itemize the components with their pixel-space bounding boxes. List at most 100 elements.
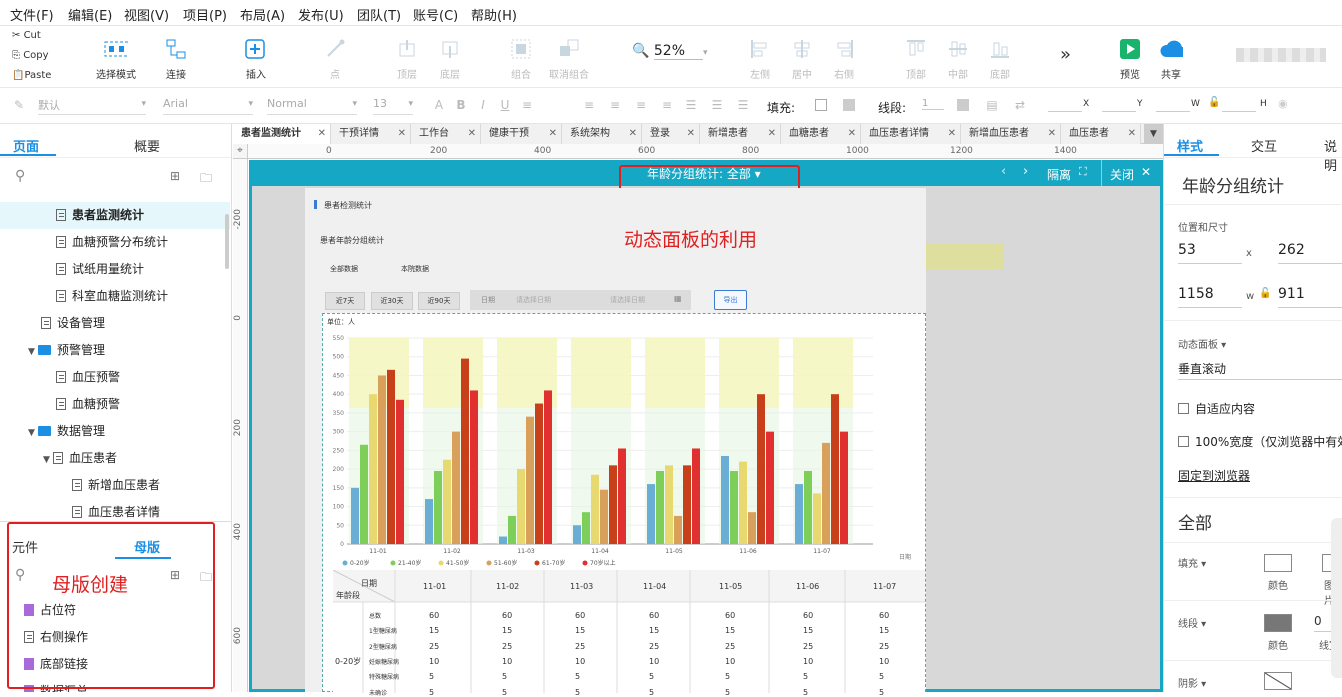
stroke-style-icon[interactable]: ▤: [985, 98, 999, 112]
tab-page[interactable]: 干预详情 ✕: [331, 124, 411, 144]
close-icon[interactable]: ✕: [1128, 124, 1136, 144]
page-item[interactable]: 血糖预警分布统计: [0, 229, 230, 256]
dynamic-panel-label[interactable]: 动态面板 ▾: [1178, 336, 1226, 351]
cut-button[interactable]: ✂ Cut: [12, 30, 41, 41]
ungroup-button[interactable]: 取消组合: [539, 38, 599, 81]
ruler-origin-icon[interactable]: ⌖: [233, 144, 248, 159]
fill-color-swatch[interactable]: [1264, 554, 1292, 572]
close-icon[interactable]: ✕: [468, 124, 476, 144]
valign-bottom-icon[interactable]: ☰: [736, 98, 750, 112]
w-input[interactable]: [1156, 98, 1190, 112]
tab-page[interactable]: 登录 ✕: [642, 124, 700, 144]
page-item[interactable]: 设备管理: [0, 310, 230, 337]
menu-project[interactable]: 项目(P): [183, 5, 227, 24]
tab-this-hospital[interactable]: 本院数据: [401, 264, 429, 274]
stroke-color-swatch[interactable]: [1264, 614, 1292, 632]
close-icon[interactable]: ✕: [848, 124, 856, 144]
stroke-section-label[interactable]: 线段 ▾: [1178, 615, 1206, 630]
close-icon[interactable]: ✕: [687, 124, 695, 144]
y-position-input[interactable]: 262: [1278, 242, 1342, 264]
start-date-input[interactable]: 请选择日期: [516, 295, 551, 305]
visibility-icon[interactable]: ◉: [1278, 97, 1288, 110]
tab-page[interactable]: 新增患者 ✕: [700, 124, 781, 144]
font-color-icon[interactable]: A: [432, 98, 446, 112]
fill-image-swatch[interactable]: [843, 99, 855, 111]
chevron-down-icon[interactable]: ▼: [28, 339, 38, 366]
page-item[interactable]: 患者监测统计: [0, 202, 230, 229]
close-icon[interactable]: ✕: [398, 124, 406, 144]
close-icon[interactable]: ✕: [549, 124, 557, 144]
size-select[interactable]: 13: [373, 97, 413, 115]
weight-select[interactable]: Normal: [267, 97, 357, 115]
tab-style[interactable]: 样式: [1177, 136, 1203, 155]
chevron-down-icon[interactable]: ▼: [28, 420, 38, 447]
tab-overflow-dropdown-icon[interactable]: ▼: [1144, 124, 1163, 144]
fit-content-checkbox[interactable]: 自适应内容: [1178, 400, 1255, 417]
chevron-down-icon[interactable]: ▼: [43, 447, 53, 474]
isolate-button[interactable]: 隔离: [1047, 166, 1071, 183]
close-icon[interactable]: ✕: [1141, 165, 1151, 179]
fill-section-label[interactable]: 填充 ▾: [1178, 555, 1206, 570]
close-icon[interactable]: ✕: [318, 124, 326, 144]
paste-button[interactable]: 📋Paste: [12, 70, 51, 81]
tab-page[interactable]: 患者监测统计 ✕: [233, 124, 331, 144]
valign-middle-icon[interactable]: ☰: [710, 98, 724, 112]
menu-help[interactable]: 帮助(H): [471, 5, 517, 24]
tab-page[interactable]: 血糖患者 ✕: [781, 124, 861, 144]
font-select[interactable]: Arial: [163, 97, 253, 115]
menu-layout[interactable]: 布局(A): [240, 5, 285, 24]
zoom-control[interactable]: 🔍 52% ▾: [632, 43, 708, 60]
end-date-input[interactable]: 请选择日期: [610, 295, 645, 305]
strike-icon[interactable]: ≡: [520, 98, 534, 112]
align-bottom-button[interactable]: 底部: [970, 38, 1030, 81]
close-icon[interactable]: ✕: [768, 124, 776, 144]
stroke-color-swatch[interactable]: [957, 99, 969, 111]
bottom-layer-button[interactable]: 底层: [420, 38, 480, 81]
tab-notes[interactable]: 说明: [1324, 136, 1342, 174]
shadow-section-label[interactable]: 阴影 ▾: [1178, 675, 1206, 690]
page-item[interactable]: 血糖预警: [0, 391, 230, 418]
tab-pages[interactable]: 页面: [13, 136, 39, 155]
shadow-swatch[interactable]: [1264, 672, 1292, 690]
folder-item[interactable]: ▼ 数据管理: [0, 418, 230, 445]
italic-icon[interactable]: I: [476, 98, 490, 112]
justify-icon[interactable]: ≡: [660, 98, 674, 112]
search-icon[interactable]: ⚲: [15, 168, 25, 184]
pin-to-browser-link[interactable]: 固定到浏览器: [1178, 467, 1250, 484]
fit-icon[interactable]: ⛶: [1079, 165, 1087, 179]
select-mode-button[interactable]: 选择模式: [86, 38, 146, 81]
full-width-checkbox[interactable]: 100%宽度（仅浏览器中有效）: [1178, 433, 1342, 450]
tab-page[interactable]: 系统架构 ✕: [562, 124, 642, 144]
page-item[interactable]: 新增血压患者: [0, 472, 230, 499]
side-scroll-widget[interactable]: [1331, 518, 1342, 678]
insert-button[interactable]: 插入: [226, 38, 286, 81]
underline-icon[interactable]: U: [498, 98, 512, 112]
add-folder-icon[interactable]: 🗀: [200, 169, 212, 190]
align-text-center-icon[interactable]: ≡: [608, 98, 622, 112]
width-input[interactable]: 1158: [1178, 286, 1242, 308]
more-tools-button[interactable]: »: [1060, 44, 1071, 65]
range-90-button[interactable]: 近90天: [418, 292, 460, 310]
close-icon[interactable]: ✕: [629, 124, 637, 144]
menu-edit[interactable]: 编辑(E): [68, 5, 112, 24]
align-text-right-icon[interactable]: ≡: [634, 98, 648, 112]
arrow-style-icon[interactable]: ⇄: [1013, 98, 1027, 112]
x-position-input[interactable]: 53: [1178, 242, 1242, 264]
folder-item[interactable]: ▼ 预警管理: [0, 337, 230, 364]
stroke-width-input[interactable]: 1: [922, 98, 944, 110]
page-item[interactable]: ▼ 血压患者: [0, 445, 230, 472]
close-icon[interactable]: ✕: [948, 124, 956, 144]
add-page-icon[interactable]: ⊞: [170, 169, 180, 183]
close-icon[interactable]: ✕: [1048, 124, 1056, 144]
style-select[interactable]: 默认: [38, 97, 146, 115]
lock-icon[interactable]: 🔓: [1208, 97, 1220, 108]
tab-page[interactable]: 工作台 ✕: [411, 124, 481, 144]
valign-top-icon[interactable]: ☰: [684, 98, 698, 112]
date-range-picker[interactable]: 日期 请选择日期 请选择日期 ▦: [470, 290, 691, 310]
align-text-left-icon[interactable]: ≡: [582, 98, 596, 112]
checkbox[interactable]: [1178, 436, 1189, 447]
menu-account[interactable]: 账号(C): [413, 5, 458, 24]
tab-page[interactable]: 新增血压患者 ✕: [961, 124, 1061, 144]
h-input[interactable]: [1222, 98, 1256, 112]
menu-publish[interactable]: 发布(U): [298, 5, 344, 24]
